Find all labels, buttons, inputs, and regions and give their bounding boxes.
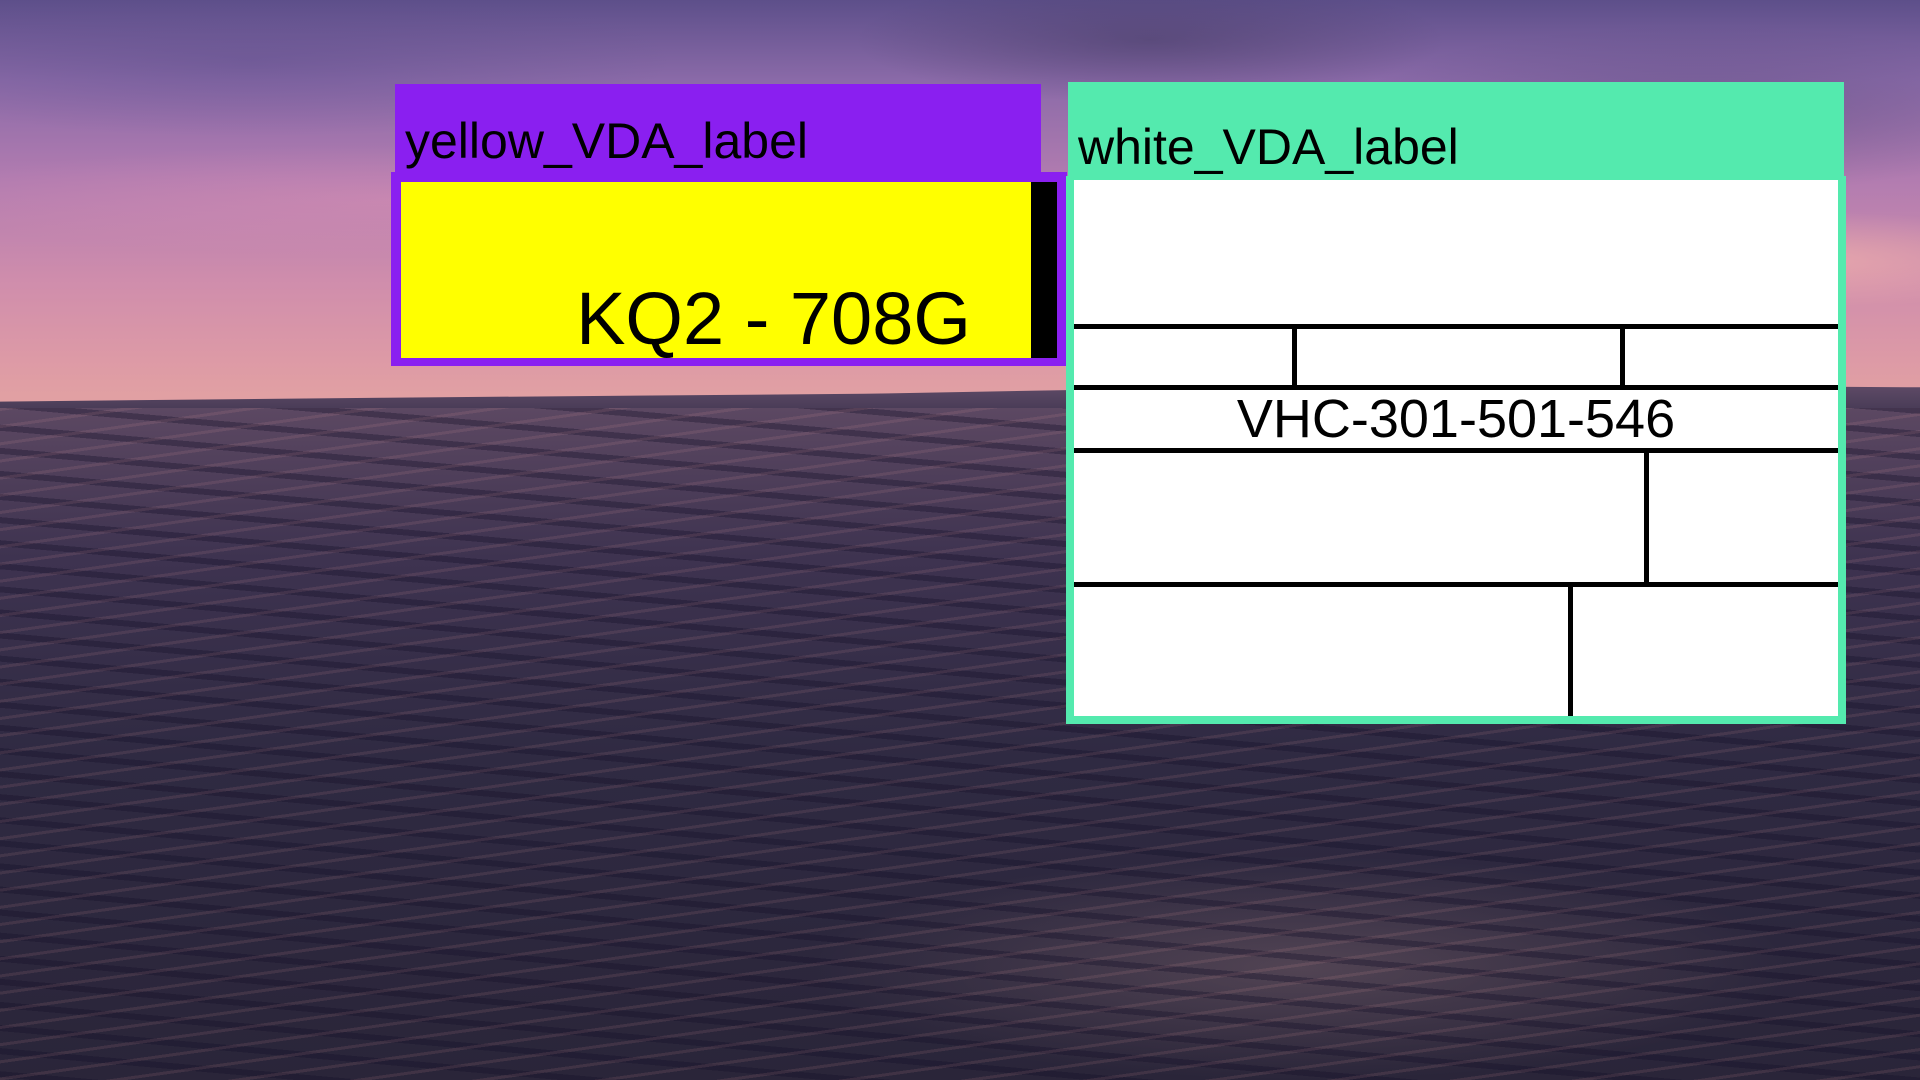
form-divider-4 <box>1568 582 1573 716</box>
yellow-label-box[interactable]: KQ2 - 708G <box>391 172 1067 366</box>
white-label-text: VHC-301-501-546 <box>1236 389 1676 449</box>
yellow-label-tag-text: yellow_VDA_label <box>405 113 809 169</box>
form-divider-1 <box>1292 324 1297 388</box>
yellow-plate-text: KQ2 - 708G <box>576 277 971 360</box>
yellow-label-tag: yellow_VDA_label <box>395 84 1041 172</box>
form-divider-3 <box>1644 448 1649 586</box>
form-rule-4 <box>1074 582 1838 587</box>
white-label-box[interactable]: VHC-301-501-546 <box>1066 176 1846 724</box>
white-label-tag: white_VDA_label <box>1068 82 1844 178</box>
yellow-plate-edge <box>1031 182 1057 358</box>
white-label-tag-text: white_VDA_label <box>1078 119 1459 175</box>
form-rule-1 <box>1074 324 1838 329</box>
white-label-form: VHC-301-501-546 <box>1074 180 1838 716</box>
yellow-plate: KQ2 - 708G <box>401 182 1031 358</box>
form-divider-2 <box>1620 324 1625 388</box>
